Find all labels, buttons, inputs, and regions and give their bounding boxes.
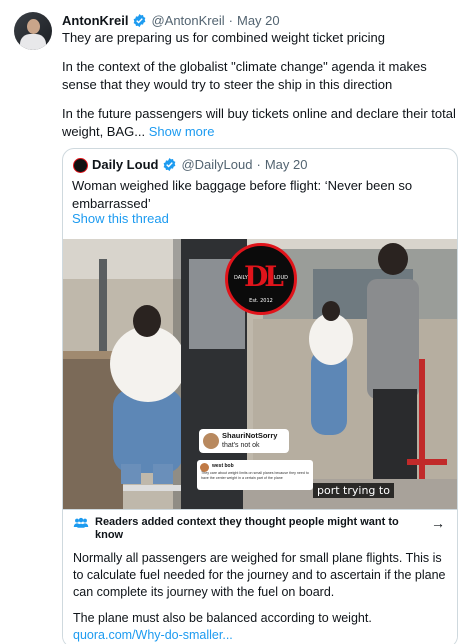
note-source-link[interactable]: quora.com/Why-do-smaller... [73,627,449,644]
quote-author-name[interactable]: Daily Loud [92,157,158,172]
author-name[interactable]: AntonKreil [62,13,128,28]
video-comment-1: ShauriNotSorry that's not ok [199,429,289,453]
community-notes[interactable]: Readers added context they thought peopl… [63,509,457,644]
quoted-tweet[interactable]: Daily Loud @DailyLoud · May 20 Woman wei… [62,148,458,644]
quote-author-avatar[interactable] [73,158,88,173]
tweet-paragraph-1: They are preparing us for combined weigh… [62,30,385,45]
tweet-text: They are preparing us for combined weigh… [62,29,462,141]
tweet-date[interactable]: May 20 [237,13,280,28]
comment-2-text: They care about weight limits on small p… [201,471,309,480]
quote-header-separator: · [256,157,261,172]
logo-letters: DL [244,260,284,293]
header-separator: · [228,12,233,28]
quote-date[interactable]: May 20 [265,157,308,172]
tweet-paragraph-3: In the future passengers will buy ticket… [62,105,462,141]
video-caption: port trying to [313,483,394,498]
tweet-header: AntonKreil @AntonKreil · May 20 [62,11,280,29]
show-more-link[interactable]: Show more [149,124,215,139]
quote-verified-badge-icon [164,157,176,172]
logo-est: Est. 2012 [249,298,273,304]
community-notes-heading: Readers added context they thought peopl… [73,516,403,542]
people-icon [73,517,89,528]
community-notes-body: Normally all passengers are weighed for … [73,550,449,644]
show-this-thread-link[interactable]: Show this thread [72,211,169,226]
video-thumbnail[interactable]: DAILY LOUD DL Est. 2012 ShauriNotSorry t… [63,239,457,511]
quote-text: Woman weighed like baggage before flight… [72,178,413,211]
comment-2-user: west bob [212,463,234,469]
quote-author-handle[interactable]: @DailyLoud [181,157,252,172]
author-avatar[interactable] [14,12,52,50]
daily-loud-logo: DAILY LOUD DL Est. 2012 [225,243,297,315]
arrow-right-icon[interactable]: → [431,515,445,531]
community-notes-heading-text: Readers added context they thought peopl… [95,516,399,541]
author-handle[interactable]: @AntonKreil [151,13,224,28]
tweet-paragraph-2: In the context of the globalist "climate… [62,59,427,92]
note-paragraph-1: Normally all passengers are weighed for … [73,551,446,599]
note-paragraph-2: The plane must also be balanced accordin… [73,611,372,625]
quote-header: Daily Loud @DailyLoud · May 20 [92,157,307,172]
verified-badge-icon [134,13,146,27]
comment-1-user: ShauriNotSorry [222,431,278,440]
tweet-paragraph-3-text: In the future passengers will buy ticket… [62,106,456,139]
comment-1-text: that's not ok [222,442,260,449]
video-comment-2: west bob They care about weight limits o… [197,460,313,490]
